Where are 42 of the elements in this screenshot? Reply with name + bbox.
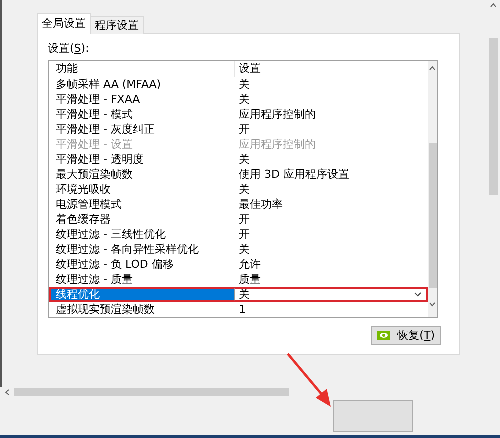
feature-cell[interactable]: 着色缓存器	[49, 212, 234, 227]
chevron-up-icon	[429, 66, 436, 71]
button[interactable]	[333, 400, 413, 432]
feature-cell[interactable]: 平滑处理 - 模式	[49, 107, 234, 122]
value-dropdown[interactable]: 关	[234, 287, 428, 302]
column-header: 功能	[55, 61, 79, 77]
value-cell[interactable]: 1	[234, 302, 428, 317]
tab[interactable]: 程序设置	[90, 16, 144, 34]
value-cell[interactable]: 最佳功率	[234, 197, 428, 212]
feature-cell[interactable]: 平滑处理 - 灰度纠正	[49, 122, 234, 137]
value-cell[interactable]: 质量	[234, 272, 428, 287]
feature-cell[interactable]: 最大预渲染帧数	[49, 167, 234, 182]
value-cell[interactable]: 应用程序控制的	[234, 107, 428, 122]
value-cell[interactable]: 开	[234, 227, 428, 242]
scrollbar[interactable]	[428, 61, 437, 317]
value-cell[interactable]: 使用 3D 应用程序设置	[234, 167, 428, 182]
value-cell[interactable]: 允许	[234, 257, 428, 272]
value-cell[interactable]: 关	[234, 77, 428, 92]
feature-cell[interactable]: 纹理过滤 - 各向异性采样优化	[49, 242, 234, 257]
feature-cell[interactable]: 纹理过滤 - 负 LOD 偏移	[49, 257, 234, 272]
value-cell[interactable]: 关	[234, 182, 428, 197]
value-cell[interactable]: 关	[234, 92, 428, 107]
value-cell[interactable]: 开	[234, 212, 428, 227]
annotation-arrow	[286, 352, 332, 408]
value-cell[interactable]: 关	[234, 152, 428, 167]
restore-button[interactable]: 恢复(T)	[370, 326, 441, 345]
feature-cell[interactable]: 虚拟现实预渲染帧数	[49, 302, 234, 317]
feature-cell[interactable]: 纹理过滤 - 三线性优化	[49, 227, 234, 242]
feature-cell[interactable]: 环境光吸收	[49, 182, 234, 197]
feature-cell[interactable]: 平滑处理 - 透明度	[49, 152, 234, 167]
feature-cell[interactable]: 线程优化	[49, 287, 234, 302]
tab[interactable]: 全局设置	[37, 13, 91, 34]
value-cell[interactable]: 开	[234, 122, 428, 137]
feature-cell[interactable]: 纹理过滤 - 质量	[49, 272, 234, 287]
feature-cell[interactable]: 平滑处理 - FXAA	[49, 92, 234, 107]
eye-logo-icon	[376, 331, 390, 340]
settings-label: 设置(S):	[48, 42, 90, 56]
value-cell[interactable]: 关	[234, 242, 428, 257]
feature-cell[interactable]: 多帧采样 AA (MFAA)	[49, 77, 234, 92]
chevron-left-icon	[5, 388, 10, 396]
chevron-up-icon	[490, 3, 497, 8]
feature-cell[interactable]: 电源管理模式	[49, 197, 234, 212]
